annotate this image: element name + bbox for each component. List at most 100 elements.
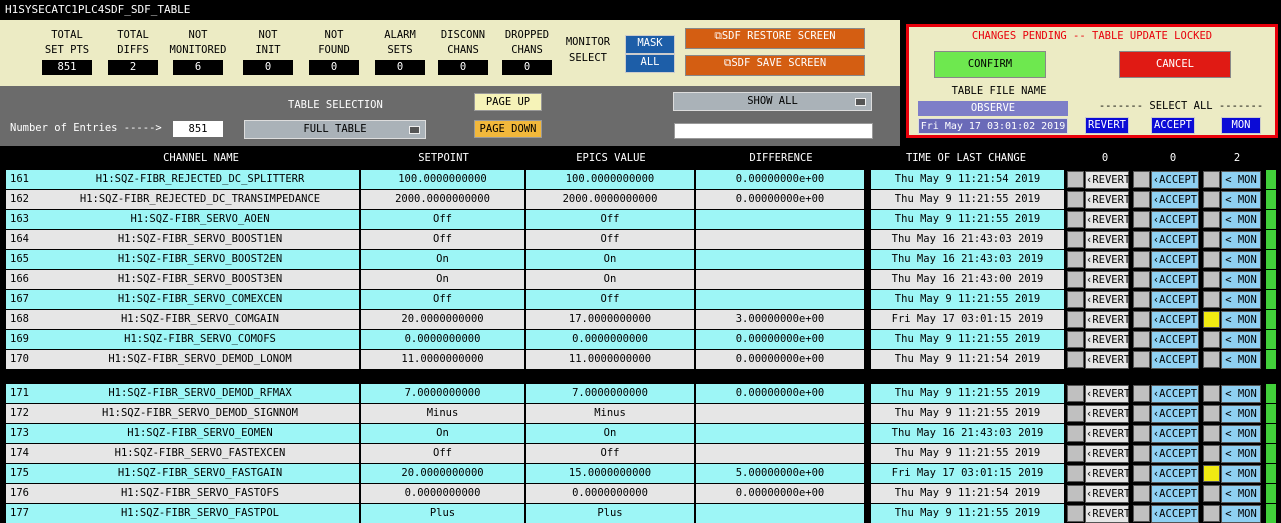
mon-button[interactable]: < MON [1221, 211, 1261, 229]
accept-checkbox[interactable] [1133, 465, 1150, 482]
monitor-checkbox[interactable] [1203, 251, 1220, 268]
revert-button[interactable]: ‹REVERT [1085, 445, 1130, 463]
mon-button[interactable]: < MON [1221, 505, 1261, 523]
revert-checkbox[interactable] [1067, 385, 1084, 402]
accept-button[interactable]: ‹ACCEPT [1151, 425, 1199, 443]
revert-button[interactable]: ‹REVERT [1085, 291, 1130, 309]
revert-checkbox[interactable] [1067, 191, 1084, 208]
accept-button[interactable]: ‹ACCEPT [1151, 291, 1199, 309]
sdf-save-screen-button[interactable]: ⧉SDF SAVE SCREEN [685, 55, 865, 76]
revert-button[interactable]: ‹REVERT [1085, 465, 1130, 483]
accept-button[interactable]: ‹ACCEPT [1151, 465, 1199, 483]
mon-button[interactable]: < MON [1221, 385, 1261, 403]
revert-checkbox[interactable] [1067, 331, 1084, 348]
accept-button[interactable]: ‹ACCEPT [1151, 485, 1199, 503]
accept-button[interactable]: ‹ACCEPT [1151, 311, 1199, 329]
revert-button[interactable]: ‹REVERT [1085, 211, 1130, 229]
accept-button[interactable]: ‹ACCEPT [1151, 505, 1199, 523]
revert-checkbox[interactable] [1067, 351, 1084, 368]
accept-button[interactable]: ‹ACCEPT [1151, 171, 1199, 189]
monitor-checkbox[interactable] [1203, 291, 1220, 308]
mon-button[interactable]: < MON [1221, 191, 1261, 209]
cancel-button[interactable]: CANCEL [1119, 51, 1231, 78]
accept-checkbox[interactable] [1133, 351, 1150, 368]
accept-button[interactable]: ‹ACCEPT [1151, 211, 1199, 229]
sdf-restore-screen-button[interactable]: ⧉SDF RESTORE SCREEN [685, 28, 865, 49]
accept-button[interactable]: ‹ACCEPT [1151, 405, 1199, 423]
table-selection-dropdown[interactable]: FULL TABLE [244, 120, 426, 139]
accept-button[interactable]: ‹ACCEPT [1151, 271, 1199, 289]
monitor-checkbox[interactable] [1203, 191, 1220, 208]
revert-button[interactable]: ‹REVERT [1085, 405, 1130, 423]
filter-input[interactable] [674, 123, 873, 139]
mon-button[interactable]: < MON [1221, 351, 1261, 369]
revert-button[interactable]: ‹REVERT [1085, 485, 1130, 503]
revert-button[interactable]: ‹REVERT [1085, 331, 1130, 349]
accept-button[interactable]: ‹ACCEPT [1151, 251, 1199, 269]
accept-button[interactable]: ‹ACCEPT [1151, 231, 1199, 249]
revert-checkbox[interactable] [1067, 445, 1084, 462]
monitor-checkbox[interactable] [1203, 445, 1220, 462]
monitor-checkbox[interactable] [1203, 351, 1220, 368]
revert-checkbox[interactable] [1067, 425, 1084, 442]
monitor-checkbox[interactable] [1203, 211, 1220, 228]
monitor-checkbox[interactable] [1203, 405, 1220, 422]
accept-checkbox[interactable] [1133, 251, 1150, 268]
mon-button[interactable]: < MON [1221, 251, 1261, 269]
accept-checkbox[interactable] [1133, 445, 1150, 462]
revert-button[interactable]: ‹REVERT [1085, 425, 1130, 443]
page-up-button[interactable]: PAGE UP [474, 93, 542, 111]
revert-checkbox[interactable] [1067, 405, 1084, 422]
revert-checkbox[interactable] [1067, 465, 1084, 482]
page-down-button[interactable]: PAGE DOWN [474, 120, 542, 138]
monitor-checkbox[interactable] [1203, 385, 1220, 402]
accept-checkbox[interactable] [1133, 211, 1150, 228]
monitor-checkbox[interactable] [1203, 231, 1220, 248]
revert-button[interactable]: ‹REVERT [1085, 505, 1130, 523]
accept-checkbox[interactable] [1133, 331, 1150, 348]
monitor-checkbox[interactable] [1203, 331, 1220, 348]
accept-checkbox[interactable] [1133, 291, 1150, 308]
accept-checkbox[interactable] [1133, 311, 1150, 328]
accept-checkbox[interactable] [1133, 231, 1150, 248]
mask-button[interactable]: MASK [625, 35, 675, 54]
accept-button[interactable]: ‹ACCEPT [1151, 331, 1199, 349]
revert-checkbox[interactable] [1067, 311, 1084, 328]
accept-checkbox[interactable] [1133, 385, 1150, 402]
mon-button[interactable]: < MON [1221, 485, 1261, 503]
revert-button[interactable]: ‹REVERT [1085, 231, 1130, 249]
revert-button[interactable]: ‹REVERT [1085, 171, 1130, 189]
select-all-accept-button[interactable]: ACCEPT [1151, 117, 1195, 134]
monitor-checkbox[interactable] [1203, 425, 1220, 442]
all-button[interactable]: ALL [625, 54, 675, 73]
accept-checkbox[interactable] [1133, 425, 1150, 442]
revert-checkbox[interactable] [1067, 171, 1084, 188]
revert-checkbox[interactable] [1067, 231, 1084, 248]
revert-checkbox[interactable] [1067, 271, 1084, 288]
mon-button[interactable]: < MON [1221, 271, 1261, 289]
revert-checkbox[interactable] [1067, 211, 1084, 228]
mon-button[interactable]: < MON [1221, 425, 1261, 443]
revert-button[interactable]: ‹REVERT [1085, 385, 1130, 403]
accept-button[interactable]: ‹ACCEPT [1151, 385, 1199, 403]
confirm-button[interactable]: CONFIRM [934, 51, 1046, 78]
accept-button[interactable]: ‹ACCEPT [1151, 445, 1199, 463]
select-all-mon-button[interactable]: MON [1221, 117, 1261, 134]
revert-checkbox[interactable] [1067, 251, 1084, 268]
accept-checkbox[interactable] [1133, 271, 1150, 288]
accept-checkbox[interactable] [1133, 191, 1150, 208]
revert-button[interactable]: ‹REVERT [1085, 351, 1130, 369]
accept-button[interactable]: ‹ACCEPT [1151, 351, 1199, 369]
monitor-checkbox[interactable] [1203, 271, 1220, 288]
mon-button[interactable]: < MON [1221, 465, 1261, 483]
select-all-revert-button[interactable]: REVERT [1085, 117, 1129, 134]
accept-checkbox[interactable] [1133, 171, 1150, 188]
monitor-checkbox[interactable] [1203, 485, 1220, 502]
revert-button[interactable]: ‹REVERT [1085, 311, 1130, 329]
mon-button[interactable]: < MON [1221, 291, 1261, 309]
mon-button[interactable]: < MON [1221, 231, 1261, 249]
accept-checkbox[interactable] [1133, 405, 1150, 422]
revert-button[interactable]: ‹REVERT [1085, 271, 1130, 289]
monitor-checkbox[interactable] [1203, 171, 1220, 188]
monitor-checkbox[interactable] [1203, 311, 1220, 328]
